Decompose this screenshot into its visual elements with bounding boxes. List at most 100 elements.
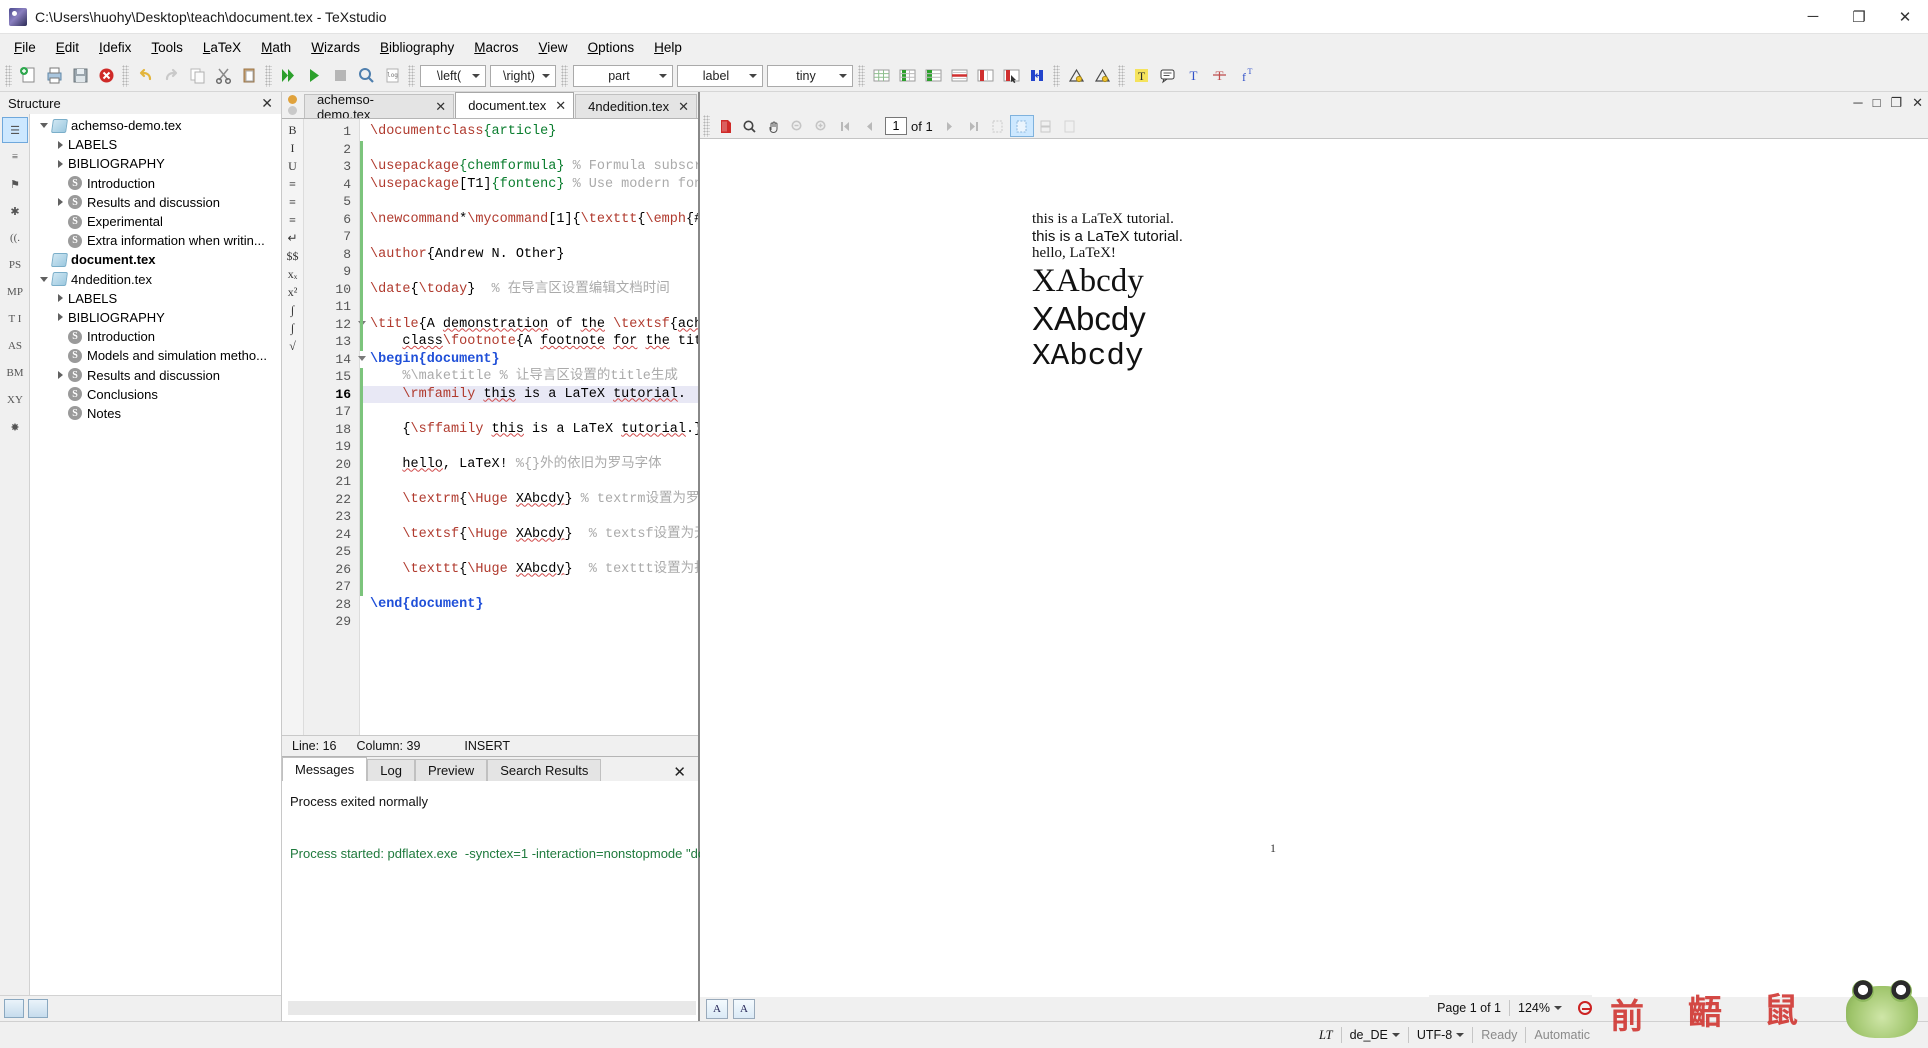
structure-item-7[interactable]: document.tex: [30, 250, 281, 269]
code-line-7[interactable]: [360, 228, 698, 246]
code-line-1[interactable]: \documentclass{article}: [360, 123, 698, 141]
symbols-mp[interactable]: MP: [2, 279, 28, 305]
structure-item-13[interactable]: S Results and discussion: [30, 365, 281, 384]
structure-view[interactable]: ☰: [2, 117, 28, 143]
toolbar-grip-4[interactable]: [408, 64, 415, 87]
symbols-misc[interactable]: ✸: [2, 414, 28, 440]
messages-tab-preview[interactable]: Preview: [414, 759, 488, 781]
close-document-icon[interactable]: [93, 63, 119, 89]
structure-item-9[interactable]: LABELS: [30, 289, 281, 308]
pdf-page-input[interactable]: 1: [885, 117, 907, 135]
superscript-icon[interactable]: fT: [1232, 63, 1258, 89]
menu-latex[interactable]: LaTeX: [193, 37, 251, 58]
format-button-4[interactable]: ≡: [282, 193, 303, 211]
code-line-16[interactable]: \rmfamily this is a LaTeX tutorial.: [360, 385, 698, 403]
comment-icon[interactable]: [1154, 63, 1180, 89]
editor-tab-close-icon[interactable]: ✕: [678, 99, 689, 115]
code-line-6[interactable]: \newcommand*\mycommand[1]{\texttt{\emph{…: [360, 211, 698, 229]
menu-wizards[interactable]: Wizards: [301, 37, 370, 58]
code-line-18[interactable]: {\sffamily this is a LaTeX tutorial.} %{…: [360, 421, 698, 439]
code-line-11[interactable]: [360, 298, 698, 316]
menu-math[interactable]: Math: [251, 37, 301, 58]
pdf-page-view[interactable]: this is a LaTeX tutorial. this is a LaTeX…: [700, 138, 1928, 997]
cut-icon[interactable]: [210, 63, 236, 89]
stop-icon[interactable]: [327, 63, 353, 89]
symbols-xy[interactable]: XY: [2, 387, 28, 413]
menu-idefix[interactable]: Idefix: [89, 37, 141, 58]
format-button-8[interactable]: xₓ: [282, 265, 303, 283]
first-page-icon[interactable]: [833, 115, 857, 137]
structure-item-12[interactable]: S Models and simulation metho...: [30, 346, 281, 365]
symbols-t1[interactable]: T I: [2, 306, 28, 332]
table-cursor-icon[interactable]: [998, 63, 1024, 89]
code-line-23[interactable]: [360, 508, 698, 526]
structure-item-8[interactable]: 4ndedition.tex: [30, 270, 281, 289]
code-line-20[interactable]: hello, LaTeX! %{}外的依旧为罗马字体: [360, 456, 698, 474]
toolbar-grip-8[interactable]: [1118, 64, 1125, 87]
code-line-17[interactable]: [360, 403, 698, 421]
right-delimiter-combo[interactable]: \right): [490, 64, 556, 87]
menu-file[interactable]: File: [4, 37, 46, 58]
font-a-icon[interactable]: A: [706, 999, 728, 1019]
highlight-icon[interactable]: T: [1128, 63, 1154, 89]
messages-tab-log[interactable]: Log: [367, 759, 415, 781]
font-a2-icon[interactable]: A: [733, 999, 755, 1019]
log-icon[interactable]: log: [379, 63, 405, 89]
open-pdf-icon[interactable]: [713, 115, 737, 137]
paste-icon[interactable]: [236, 63, 262, 89]
undo-icon[interactable]: [132, 63, 158, 89]
pdf-minimize-icon[interactable]: ─: [1848, 95, 1867, 111]
menu-options[interactable]: Options: [578, 37, 645, 58]
redo-icon[interactable]: [158, 63, 184, 89]
next-page-icon[interactable]: [938, 115, 962, 137]
symbols-delimiters[interactable]: ((.: [2, 225, 28, 251]
structure-item-2[interactable]: BIBLIOGRAPHY: [30, 154, 281, 173]
menu-tools[interactable]: Tools: [141, 37, 193, 58]
code-line-9[interactable]: [360, 263, 698, 281]
structure-item-15[interactable]: S Notes: [30, 404, 281, 423]
structure-item-1[interactable]: LABELS: [30, 135, 281, 154]
menu-bibliography[interactable]: Bibliography: [370, 37, 464, 58]
code-line-10[interactable]: \date{\today} % 在导言区设置编辑文档时间: [360, 281, 698, 299]
format-button-10[interactable]: ∫: [282, 301, 303, 319]
structure-close-icon[interactable]: ✕: [257, 95, 277, 112]
magnify-icon[interactable]: [737, 115, 761, 137]
code-line-25[interactable]: [360, 543, 698, 561]
build-and-view-icon[interactable]: [275, 63, 301, 89]
toolbar-grip-3[interactable]: [265, 64, 272, 87]
error-icon[interactable]: [1089, 63, 1115, 89]
format-button-11[interactable]: ∫: [282, 319, 303, 337]
compile-icon[interactable]: [301, 63, 327, 89]
symbols-favorites[interactable]: ✱: [2, 198, 28, 224]
structure-item-11[interactable]: S Introduction: [30, 327, 281, 346]
structure-item-6[interactable]: S Extra information when writin...: [30, 231, 281, 250]
toolbar-grip[interactable]: [5, 64, 12, 87]
code-line-24[interactable]: \textsf{\Huge XAbcdy} % textsf设置为无衬线字体: [360, 526, 698, 544]
status-language[interactable]: de_DE: [1342, 1028, 1408, 1042]
single-page-icon[interactable]: [1058, 115, 1082, 137]
table-delete-column-icon[interactable]: [972, 63, 998, 89]
fit-page-icon[interactable]: [1009, 115, 1034, 137]
menu-help[interactable]: Help: [644, 37, 692, 58]
structure-item-5[interactable]: S Experimental: [30, 212, 281, 231]
messages-output[interactable]: Process exited normally Process started:…: [282, 781, 773, 1021]
format-button-2[interactable]: U: [282, 157, 303, 175]
pdf-close-icon[interactable]: ✕: [1907, 95, 1928, 111]
toolbar-grip-2[interactable]: [122, 64, 129, 87]
strikethrough-icon[interactable]: T: [1206, 63, 1232, 89]
code-line-28[interactable]: \end{document}: [360, 596, 698, 614]
format-button-5[interactable]: ≡: [282, 211, 303, 229]
maximize-button[interactable]: ❐: [1836, 0, 1882, 33]
structure-item-0[interactable]: achemso-demo.tex: [30, 116, 281, 135]
panel-toggle-left-icon[interactable]: [4, 999, 24, 1018]
close-button[interactable]: ✕: [1882, 0, 1928, 33]
format-button-3[interactable]: ≡: [282, 175, 303, 193]
format-button-7[interactable]: $$: [282, 247, 303, 265]
table-remove-icon[interactable]: [946, 63, 972, 89]
tab-scroll-indicator[interactable]: [282, 92, 304, 118]
pdf-maximize-icon[interactable]: ❐: [1885, 95, 1907, 111]
save-icon[interactable]: [67, 63, 93, 89]
menu-macros[interactable]: Macros: [464, 37, 528, 58]
code-editor[interactable]: \documentclass{article} \usepackage{chem…: [360, 119, 698, 735]
code-line-5[interactable]: [360, 193, 698, 211]
